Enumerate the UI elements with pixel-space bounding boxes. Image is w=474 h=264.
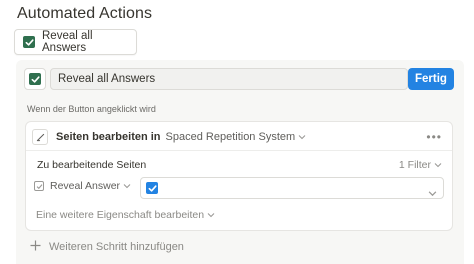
pencil-icon bbox=[32, 129, 48, 145]
more-options-icon[interactable]: ••• bbox=[426, 130, 442, 144]
property-value-checkbox[interactable] bbox=[146, 182, 158, 194]
step-divider bbox=[26, 150, 452, 151]
database-select[interactable]: Spaced Repetition System bbox=[166, 131, 307, 143]
filter-count: 1 Filter bbox=[398, 159, 431, 171]
plus-icon bbox=[30, 240, 41, 254]
step-title: Seiten bearbeiten in bbox=[56, 131, 161, 143]
chevron-down-icon bbox=[428, 184, 437, 202]
chevron-down-icon bbox=[207, 209, 215, 221]
checkbox-icon bbox=[29, 73, 41, 85]
add-step-button[interactable]: Weiteren Schritt hinzufügen bbox=[30, 240, 184, 254]
page-title: Automated Actions bbox=[17, 5, 153, 22]
reveal-all-answers-button-preview[interactable]: Reveal all Answers bbox=[14, 29, 137, 55]
button-editor-panel: Reveal all Answers Fertig Wenn der Butto… bbox=[16, 60, 464, 264]
checkbox-property-icon bbox=[34, 181, 44, 191]
add-property-label: Eine weitere Eigenschaft bearbeiten bbox=[36, 209, 205, 221]
property-row: Reveal Answer bbox=[34, 177, 444, 199]
chevron-down-icon bbox=[123, 180, 131, 192]
add-property-button[interactable]: Eine weitere Eigenschaft bearbeiten bbox=[36, 209, 215, 221]
property-value-field[interactable] bbox=[140, 177, 444, 199]
property-name: Reveal Answer bbox=[50, 180, 121, 192]
step-header: Seiten bearbeiten in Spaced Repetition S… bbox=[32, 128, 446, 146]
checkbox-icon bbox=[23, 36, 35, 48]
trigger-label: Wenn der Button angeklickt wird bbox=[27, 104, 156, 114]
pages-to-edit-label: Zu bearbeitende Seiten bbox=[37, 159, 147, 171]
filter-button[interactable]: 1 Filter bbox=[399, 159, 442, 171]
database-name: Spaced Repetition System bbox=[165, 131, 296, 143]
preview-button-label: Reveal all Answers bbox=[42, 30, 93, 54]
automated-actions-page: Automated Actions Reveal all Answers Rev… bbox=[0, 0, 474, 264]
button-name-input[interactable]: Reveal all Answers bbox=[50, 68, 408, 90]
edit-pages-step-card: Seiten bearbeiten in Spaced Repetition S… bbox=[25, 121, 453, 231]
add-step-label: Weiteren Schritt hinzufügen bbox=[49, 241, 184, 253]
button-name-row: Reveal all Answers Fertig bbox=[24, 68, 454, 90]
chevron-down-icon bbox=[434, 159, 442, 171]
done-button[interactable]: Fertig bbox=[408, 68, 454, 90]
button-icon-picker[interactable] bbox=[24, 68, 46, 90]
chevron-down-icon bbox=[298, 131, 306, 143]
property-select[interactable]: Reveal Answer bbox=[34, 180, 131, 192]
